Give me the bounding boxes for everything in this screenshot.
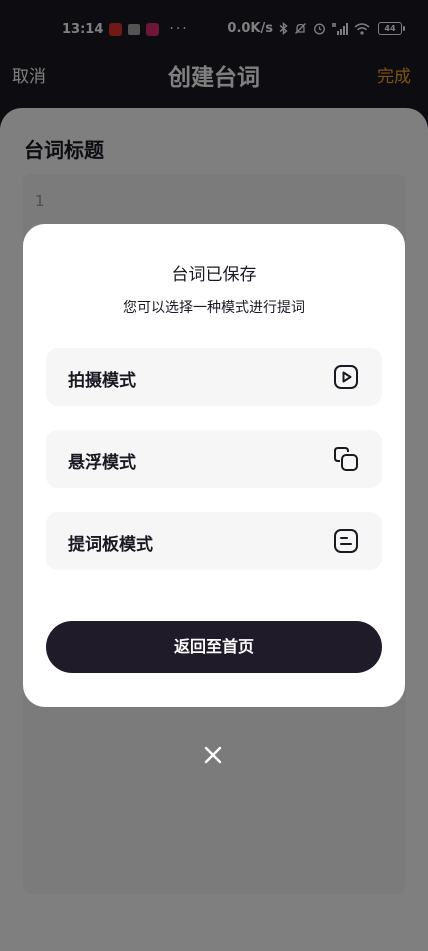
mode-label: 拍摄模式: [68, 371, 136, 391]
dialog-subtitle: 您可以选择一种模式进行提词: [123, 300, 305, 316]
overlap-squares-icon: [334, 447, 358, 471]
mode-label: 提词板模式: [68, 535, 153, 555]
saved-dialog: 台词已保存 您可以选择一种模式进行提词 拍摄模式 悬浮模式 提词板模式 返回至首…: [23, 224, 405, 707]
screen: 13:14 ··· 0.0K/s: [0, 0, 428, 951]
dialog-title: 台词已保存: [171, 265, 257, 285]
mode-option-teleprompter[interactable]: 提词板模式: [46, 512, 382, 570]
mode-option-floating[interactable]: 悬浮模式: [46, 430, 382, 488]
play-square-icon: [334, 365, 358, 389]
mode-label: 悬浮模式: [68, 453, 136, 473]
mode-option-shooting[interactable]: 拍摄模式: [46, 348, 382, 406]
close-icon[interactable]: [201, 743, 225, 767]
text-board-icon: [334, 529, 358, 553]
back-to-home-button[interactable]: 返回至首页: [46, 621, 382, 673]
